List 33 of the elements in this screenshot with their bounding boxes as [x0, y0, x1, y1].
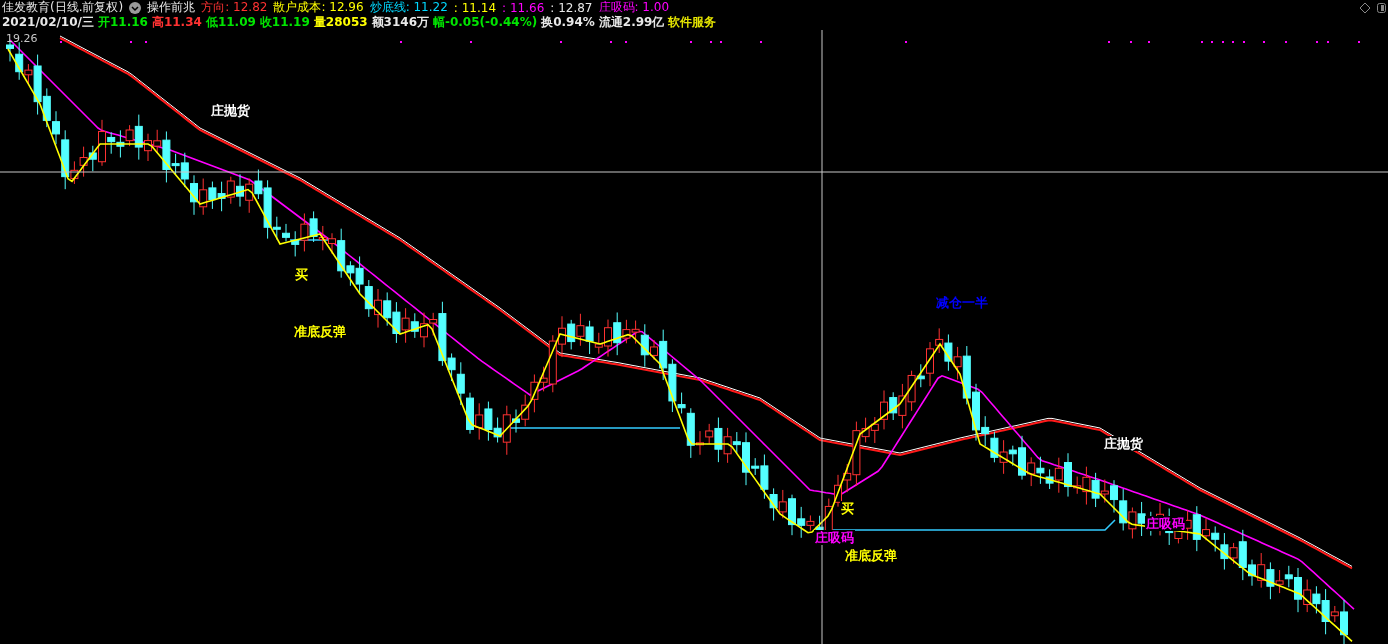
chart-annotation: 买: [840, 501, 855, 516]
price-label: 19.26: [6, 32, 38, 45]
quote-value: 量28053: [313, 14, 368, 31]
chart-annotation: 庄抛货: [1103, 436, 1144, 451]
chart-annotation: 庄抛货: [210, 103, 251, 118]
diamond-icon[interactable]: [1359, 1, 1371, 14]
stock-title: 佳发教育(日线.前复权): [2, 0, 124, 16]
quote-value: 换0.94%: [541, 14, 595, 31]
quote-value: 幅-0.05(-0.44%): [433, 14, 538, 31]
quote-value: 低11.09: [205, 14, 256, 31]
chart-annotation: 准底反弹: [844, 548, 898, 563]
quote-value: 开11.16: [97, 14, 148, 31]
indicator-value: : 11.66: [502, 0, 545, 15]
quote-value: 流通2.99亿: [598, 14, 665, 31]
quote-value: 高11.34: [151, 14, 202, 31]
chart-annotation: 准底反弹: [293, 324, 347, 339]
quote-value: 收11.19: [259, 14, 310, 31]
chart-annotation: 买: [294, 267, 309, 282]
toggle-icon[interactable]: [1377, 1, 1386, 14]
indicator-value: 散户成本: 12.96: [273, 0, 364, 16]
indicator-value: : 12.87: [550, 0, 593, 15]
indicator-name: 操作前兆: [147, 0, 196, 15]
quote-value: 2021/02/10/三: [2, 14, 94, 31]
quote-value: 额3146万: [371, 14, 429, 31]
quote-value: 软件服务: [668, 14, 717, 31]
chart-annotation: 庄吸码: [814, 530, 855, 545]
dropdown-icon[interactable]: [129, 1, 142, 14]
indicator-value: 庄吸码: 1.00: [598, 0, 670, 15]
indicator-value: 炒底线: 11.22: [369, 0, 448, 15]
chart-annotation: 庄吸码: [1145, 516, 1186, 531]
indicator-value: 方向: 12.82: [201, 0, 268, 16]
indicator-value: : 11.14: [453, 0, 497, 15]
chart-annotation: 减仓一半: [935, 295, 989, 310]
